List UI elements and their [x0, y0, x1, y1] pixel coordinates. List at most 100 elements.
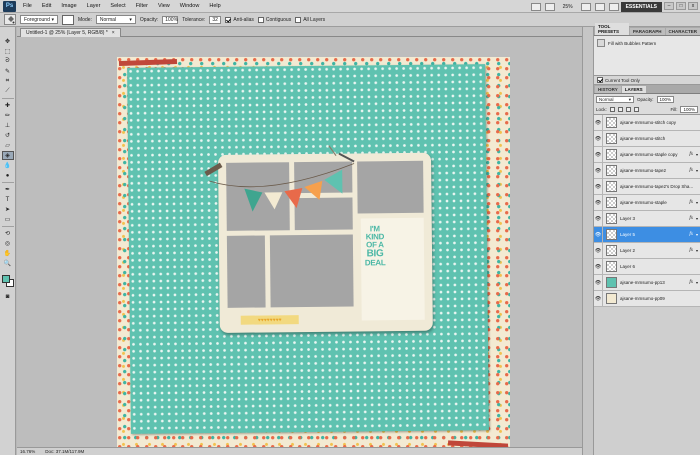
layer-row[interactable]: 👁 ajsane-mmsumo-pp13 fx ▾ — [594, 274, 700, 291]
layer-name[interactable]: ajsane-mmsumo-staple — [620, 200, 689, 205]
workspace-switcher[interactable]: ESSENTIALS — [620, 1, 662, 12]
blend-mode-select[interactable]: Normal ▾ — [596, 96, 634, 103]
visibility-eye-icon[interactable]: 👁 — [594, 162, 603, 179]
visibility-eye-icon[interactable]: 👁 — [594, 130, 603, 147]
menu-image[interactable]: Image — [56, 3, 81, 9]
lock-position-icon[interactable] — [625, 107, 631, 112]
minimize-button[interactable]: – — [664, 2, 674, 10]
expand-effects-icon[interactable]: ▾ — [696, 248, 698, 253]
foreground-color-swatch[interactable] — [1, 275, 10, 283]
fill-source-select[interactable]: Foreground ▾ — [20, 15, 58, 24]
mini-bridge-icon[interactable] — [544, 2, 555, 11]
arrange-documents-icon[interactable] — [608, 2, 619, 11]
tab-character[interactable]: CHARACTER — [665, 28, 700, 35]
expand-effects-icon[interactable]: ▾ — [696, 168, 698, 173]
tab-history[interactable]: HISTORY — [595, 86, 621, 93]
paint-bucket-preset-icon[interactable] — [4, 14, 16, 25]
expand-effects-icon[interactable]: ▾ — [696, 232, 698, 237]
eraser-tool-icon[interactable]: ▱ — [2, 141, 14, 150]
path-selection-tool-icon[interactable]: ➤ — [2, 205, 14, 214]
lock-all-icon[interactable] — [633, 107, 639, 112]
lock-pixels-icon[interactable] — [617, 107, 623, 112]
lasso-tool-icon[interactable]: ᘐ — [2, 57, 14, 66]
layer-effects-icon[interactable]: fx — [689, 248, 693, 253]
layer-effects-icon[interactable]: fx — [689, 168, 693, 173]
crop-tool-icon[interactable]: ⌗ — [2, 77, 14, 86]
menu-layer[interactable]: Layer — [82, 3, 106, 9]
layer-name[interactable]: ajsane-mmsumo-stitch — [620, 136, 700, 141]
layer-row[interactable]: 👁 ajsane-mmsumo-stitch — [594, 130, 700, 147]
tab-paragraph[interactable]: PARAGRAPH — [629, 28, 665, 35]
visibility-eye-icon[interactable]: 👁 — [594, 290, 603, 307]
marquee-tool-icon[interactable]: ⬚ — [2, 47, 14, 56]
expand-effects-icon[interactable]: ▾ — [696, 152, 698, 157]
shape-tool-icon[interactable]: ▭ — [2, 215, 14, 224]
mode-select[interactable]: Normal ▾ — [95, 15, 136, 24]
history-brush-tool-icon[interactable]: ↺ — [2, 131, 14, 140]
menu-edit[interactable]: Edit — [37, 3, 56, 9]
fill-input[interactable]: 100% — [680, 106, 698, 113]
zoom-tool-icon[interactable] — [594, 2, 605, 11]
paint-bucket-tool-icon[interactable]: ◈ — [1, 151, 14, 160]
visibility-eye-icon[interactable]: 👁 — [594, 194, 603, 211]
expand-effects-icon[interactable]: ▾ — [696, 216, 698, 221]
hand-tool-icon[interactable] — [580, 2, 591, 11]
layer-row[interactable]: 👁 ajsane-mmsumo-tape2's Drop Sha... — [594, 178, 700, 195]
tolerance-input[interactable]: 32 — [209, 15, 222, 24]
quick-mask-icon[interactable]: ◙ — [2, 292, 14, 301]
current-tool-only-checkbox[interactable]: Current Tool Only — [594, 76, 700, 85]
blur-tool-icon[interactable]: 💧 — [2, 161, 14, 170]
maximize-button[interactable]: □ — [676, 2, 686, 10]
menu-select[interactable]: Select — [105, 3, 130, 9]
visibility-eye-icon[interactable]: 👁 — [594, 274, 603, 291]
menu-file[interactable]: File — [18, 3, 37, 9]
layer-name[interactable]: Layer 3 — [620, 216, 689, 221]
menu-filter[interactable]: Filter — [131, 3, 153, 9]
all-layers-checkbox[interactable]: All Layers — [295, 16, 325, 23]
scrapbook-artwork[interactable]: I'M KIND OF A BIG DEAL ♥♥♥♥♥♥♥♥ — [117, 57, 510, 449]
layer-row[interactable]: 👁 Layer 5 fx ▾ — [594, 226, 700, 243]
layer-name[interactable]: Layer 6 — [620, 264, 700, 269]
healing-brush-tool-icon[interactable]: ✚ — [2, 101, 14, 110]
layer-row[interactable]: 👁 ajsane-mmsumo-staple copy fx ▾ — [594, 146, 700, 163]
tab-tool-presets[interactable]: TOOL PRESETS — [595, 23, 629, 35]
visibility-eye-icon[interactable]: 👁 — [594, 258, 603, 275]
layer-row[interactable]: 👁 ajsane-mmsumo-tape2 fx ▾ — [594, 162, 700, 179]
layer-effects-icon[interactable]: fx — [689, 200, 693, 205]
dodge-tool-icon[interactable]: ● — [2, 171, 14, 180]
layer-name[interactable]: ajsane-mmsumo-pp09 — [620, 296, 700, 301]
visibility-eye-icon[interactable]: 👁 — [594, 114, 603, 131]
menu-view[interactable]: View — [153, 3, 175, 9]
layer-name[interactable]: Layer 2 — [620, 248, 689, 253]
layer-name[interactable]: ajsane-mmsumo-staple copy — [620, 152, 689, 157]
move-tool-icon[interactable]: ✥ — [2, 37, 14, 46]
3d-rotate-tool-icon[interactable]: ⟲ — [2, 229, 14, 238]
lock-transparency-icon[interactable] — [609, 107, 615, 112]
layer-name[interactable]: ajsane-mmsumo-stitch copy — [620, 120, 700, 125]
opacity-input[interactable]: 100% — [162, 15, 179, 24]
layer-name[interactable]: Layer 5 — [620, 232, 689, 237]
layer-row[interactable]: 👁 Layer 3 fx ▾ — [594, 210, 700, 227]
zoom-level[interactable]: 25% — [563, 4, 573, 10]
layer-name[interactable]: ajsane-mmsumo-tape2 — [620, 168, 689, 173]
visibility-eye-icon[interactable]: 👁 — [594, 146, 603, 163]
hand-tool-icon[interactable]: ✋ — [2, 249, 14, 258]
close-button[interactable]: x — [688, 2, 698, 10]
antialias-checkbox[interactable]: Anti-alias — [225, 16, 254, 23]
visibility-eye-icon[interactable]: 👁 — [594, 226, 603, 243]
layer-row[interactable]: 👁 Layer 6 — [594, 258, 700, 275]
layer-name[interactable]: ajsane-mmsumo-tape2's Drop Sha... — [620, 184, 700, 189]
zoom-tool-icon[interactable]: 🔍 — [2, 259, 14, 268]
3d-orbit-tool-icon[interactable]: ◎ — [2, 239, 14, 248]
layer-row[interactable]: 👁 ajsane-mmsumo-stitch copy — [594, 114, 700, 131]
menu-help[interactable]: Help — [204, 3, 225, 9]
bridge-icon[interactable] — [530, 2, 541, 11]
tab-layers[interactable]: LAYERS — [621, 86, 646, 93]
pattern-swatch[interactable] — [62, 14, 74, 25]
layer-effects-icon[interactable]: fx — [689, 232, 693, 237]
layer-effects-icon[interactable]: fx — [689, 280, 693, 285]
expand-effects-icon[interactable]: ▾ — [696, 280, 698, 285]
layer-row[interactable]: 👁 ajsane-mmsumo-staple fx ▾ — [594, 194, 700, 211]
layer-name[interactable]: ajsane-mmsumo-pp13 — [620, 280, 689, 285]
contiguous-checkbox[interactable]: Contiguous — [257, 16, 291, 23]
